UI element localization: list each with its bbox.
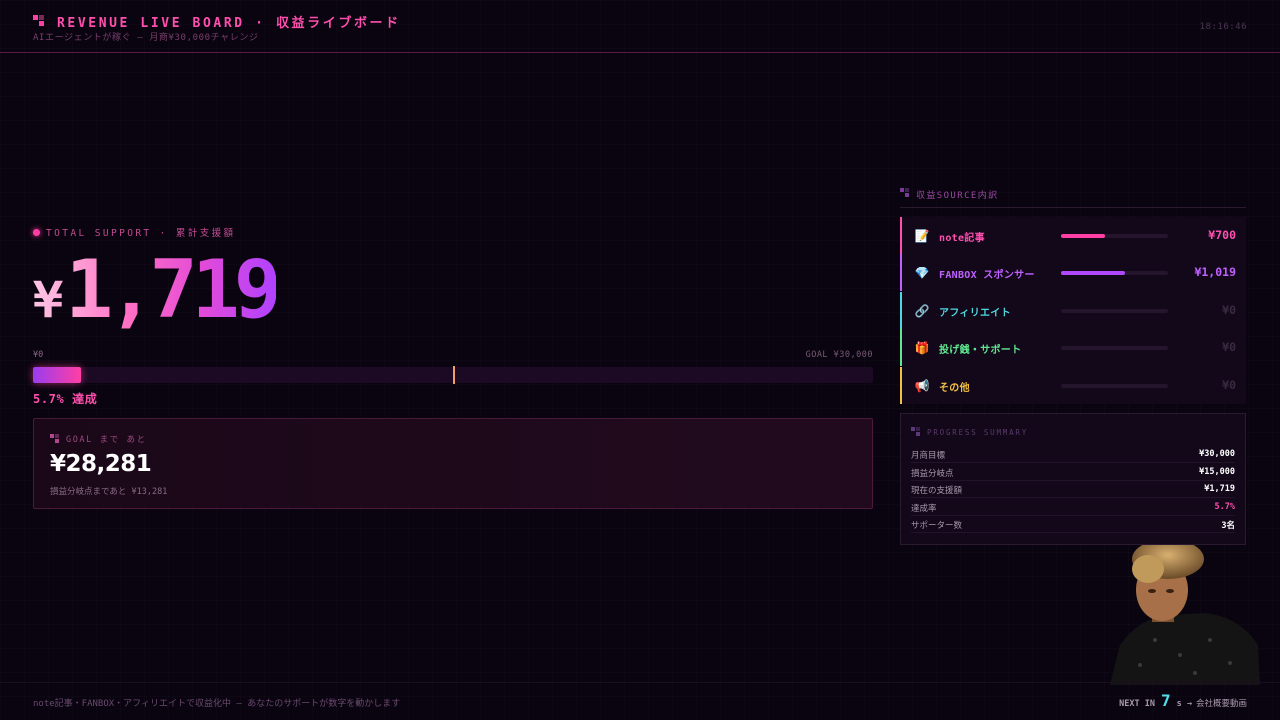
gift-icon: 🎁 [914, 341, 930, 356]
source-label: 投げ銭・サポート [939, 345, 1022, 357]
progress-summary-card: PROGRESS SUMMARY 月商目標 ¥30,000 損益分岐点 ¥15,000… [900, 413, 1246, 545]
source-accent [900, 366, 902, 404]
breakeven-remaining-text: 損益分岐点まであと ¥13,281 [50, 487, 168, 497]
source-accent [900, 254, 902, 292]
footer-ticker: note記事・FANBOX・アフィリエイトで収益化中 — あなたのサポートが数字… [33, 699, 401, 709]
source-amount: ¥700 [1208, 228, 1236, 242]
summary-row: 損益分岐点 ¥15,000 [911, 464, 1235, 481]
revenue-sources-panel: 📝 note記事 ¥700 💎 FANBOX スポンサー ¥1,019 🔗 アフィリエイト ¥0… [900, 217, 1246, 404]
progress-range-min: ¥0 [33, 350, 44, 360]
source-label: FANBOX スポンサー [939, 270, 1035, 282]
source-bar-fill [1061, 234, 1105, 238]
source-accent [900, 329, 902, 367]
summary-key: 現在の支援額 [911, 486, 963, 496]
source-accent [900, 291, 902, 329]
sources-header: 収益SOURCE内訳 [900, 188, 1246, 208]
summary-key: サポーター数 [911, 521, 963, 531]
source-label: note記事 [939, 233, 985, 244]
pixel-icon [50, 434, 60, 444]
header-bar: REVENUE LIVE BOARD · 収益ライブボード AIエージェントが稼… [0, 0, 1280, 53]
summary-value: 3名 [1221, 521, 1235, 531]
source-amount: ¥0 [1222, 377, 1236, 392]
pixel-icon [900, 188, 910, 198]
clock-readout: 18:16:46 [1199, 22, 1247, 32]
progress-range-max: GOAL ¥30,000 [805, 350, 873, 360]
source-bar-fill [1061, 271, 1126, 276]
goal-remaining-label-text: GOAL まで あと [66, 435, 147, 445]
currency-symbol: ¥ [33, 271, 64, 329]
source-label: アフィリエイト [939, 307, 1011, 319]
source-amount: ¥0 [1222, 302, 1236, 317]
achievement-percent: 5.7% 達成 [33, 392, 98, 406]
goal-progress-fill [33, 367, 81, 383]
webcam-person-image [1110, 545, 1260, 685]
sources-header-text: 収益SOURCE内訳 [916, 191, 999, 201]
source-amount: ¥1,019 [1194, 265, 1236, 280]
gem-icon: 💎 [914, 266, 930, 281]
breakeven-marker [453, 366, 455, 384]
total-support-amount: ¥ 1,719 [33, 250, 276, 330]
total-support-label-text: TOTAL SUPPORT · 累計支援額 [46, 228, 236, 239]
source-row: 📢 その他 ¥0 [900, 366, 1246, 404]
summary-row: 月商目標 ¥30,000 [911, 446, 1235, 463]
summary-value: ¥15,000 [1199, 466, 1235, 477]
source-bar [1061, 383, 1168, 388]
source-label: その他 [939, 382, 970, 394]
next-unit: s → [1176, 699, 1192, 709]
board-subtitle: AIエージェントが稼ぐ — 月商¥30,000チャレンジ [33, 33, 259, 43]
webcam-overlay [1110, 545, 1260, 685]
source-bar [1061, 234, 1168, 238]
summary-row: サポーター数 3名 [911, 516, 1235, 533]
goal-remaining-value: ¥28,281 [50, 451, 152, 477]
source-bar [1061, 346, 1168, 351]
pixel-icon [911, 427, 921, 437]
summary-key: 達成率 [911, 503, 937, 514]
next-target: 会社概要動画 [1195, 699, 1247, 709]
source-accent [900, 217, 902, 254]
source-row: 💎 FANBOX スポンサー ¥1,019 [900, 254, 1246, 292]
summary-value: 5.7% [1214, 501, 1235, 512]
progress-summary-title-text: PROGRESS SUMMARY [927, 427, 1029, 437]
summary-value: ¥1,719 [1204, 484, 1235, 494]
next-countdown: NEXT IN 7 s → 会社概要動画 [1119, 691, 1247, 710]
summary-key: 損益分岐点 [911, 468, 954, 479]
source-amount: ¥0 [1222, 340, 1236, 355]
source-row: 📝 note記事 ¥700 [900, 217, 1246, 254]
next-count: 7 [1160, 691, 1171, 710]
source-bar [1061, 271, 1168, 276]
live-dot-icon [33, 228, 40, 236]
footer-bar: note記事・FANBOX・アフィリエイトで収益化中 — あなたのサポートが数字… [0, 682, 1280, 720]
megaphone-icon: 📢 [914, 378, 930, 393]
brand-logo-icon [33, 15, 45, 27]
source-bar [1061, 308, 1168, 313]
source-row: 🔗 アフィリエイト ¥0 [900, 291, 1246, 329]
total-amount-value: 1,719 [65, 243, 276, 336]
summary-key: 月商目標 [911, 451, 946, 461]
link-icon: 🔗 [914, 303, 930, 318]
summary-row: 現在の支援額 ¥1,719 [911, 481, 1235, 498]
goal-remaining-card: GOAL まで あと ¥28,281 損益分岐点まであと ¥13,281 [33, 418, 873, 509]
goal-remaining-label: GOAL まで あと [50, 433, 147, 445]
board-title: REVENUE LIVE BOARD · 収益ライブボード [57, 16, 401, 31]
next-label: NEXT IN [1119, 699, 1155, 709]
source-row: 🎁 投げ銭・サポート ¥0 [900, 329, 1246, 367]
memo-icon: 📝 [914, 229, 930, 243]
total-support-label: TOTAL SUPPORT · 累計支援額 [33, 225, 235, 239]
progress-summary-title: PROGRESS SUMMARY [911, 427, 1028, 437]
goal-progress-bar [33, 366, 873, 384]
summary-value: ¥30,000 [1199, 449, 1235, 459]
summary-row: 達成率 5.7% [911, 499, 1235, 516]
